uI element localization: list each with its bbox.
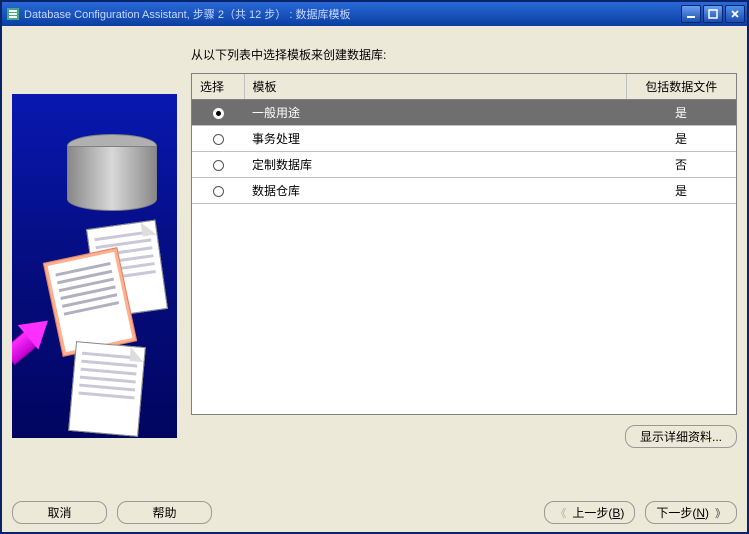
content-area: 从以下列表中选择模板来创建数据库: 选择 模板 包括数据文件 xyxy=(2,28,747,532)
include-value: 否 xyxy=(626,152,736,178)
template-name: 定制数据库 xyxy=(244,152,626,178)
cancel-button[interactable]: 取消 xyxy=(12,501,107,524)
chevron-right-icon: 》 xyxy=(715,505,726,521)
document-icon xyxy=(68,341,146,437)
app-icon xyxy=(6,7,20,21)
table-row[interactable]: 数据仓库 是 xyxy=(192,178,736,204)
table-row[interactable]: 一般用途 是 xyxy=(192,100,736,126)
template-table: 选择 模板 包括数据文件 一般用途 是 xyxy=(192,74,736,204)
minimize-button[interactable] xyxy=(681,5,701,23)
help-button[interactable]: 帮助 xyxy=(117,501,212,524)
right-panel: 从以下列表中选择模板来创建数据库: 选择 模板 包括数据文件 xyxy=(191,38,737,448)
table-row[interactable]: 定制数据库 否 xyxy=(192,152,736,178)
next-button[interactable]: 下一步(N) 》 xyxy=(645,501,737,524)
back-button[interactable]: 《 上一步(B) xyxy=(544,501,635,524)
include-value: 是 xyxy=(626,100,736,126)
details-row: 显示详细资料... xyxy=(191,415,737,448)
template-name: 事务处理 xyxy=(244,126,626,152)
window: Database Configuration Assistant, 步骤 2（共… xyxy=(0,0,749,534)
radio-icon[interactable] xyxy=(213,108,224,119)
col-template: 模板 xyxy=(244,74,626,100)
radio-icon[interactable] xyxy=(213,160,224,171)
back-label: 上一步(B) xyxy=(572,504,624,521)
wizard-nav-bar: 取消 帮助 《 上一步(B) 下一步(N) 》 xyxy=(12,501,737,524)
maximize-button[interactable] xyxy=(703,5,723,23)
database-cylinder-icon xyxy=(67,134,157,214)
table-header-row: 选择 模板 包括数据文件 xyxy=(192,74,736,100)
titlebar-left: Database Configuration Assistant, 步骤 2（共… xyxy=(6,6,350,22)
next-label: 下一步(N) xyxy=(656,504,709,521)
table-row[interactable]: 事务处理 是 xyxy=(192,126,736,152)
include-value: 是 xyxy=(626,126,736,152)
col-select: 选择 xyxy=(192,74,244,100)
template-name: 数据仓库 xyxy=(244,178,626,204)
chevron-left-icon: 《 xyxy=(555,505,566,521)
titlebar-buttons xyxy=(681,5,745,23)
titlebar: Database Configuration Assistant, 步骤 2（共… xyxy=(2,2,747,26)
show-details-button[interactable]: 显示详细资料... xyxy=(625,425,737,448)
template-name: 一般用途 xyxy=(244,100,626,126)
template-table-container: 选择 模板 包括数据文件 一般用途 是 xyxy=(191,73,737,415)
col-include: 包括数据文件 xyxy=(626,74,736,100)
radio-icon[interactable] xyxy=(213,186,224,197)
instruction-text: 从以下列表中选择模板来创建数据库: xyxy=(191,38,737,73)
radio-icon[interactable] xyxy=(213,134,224,145)
main-row: 从以下列表中选择模板来创建数据库: 选择 模板 包括数据文件 xyxy=(12,38,737,448)
close-button[interactable] xyxy=(725,5,745,23)
wizard-side-image xyxy=(12,94,177,438)
window-title: Database Configuration Assistant, 步骤 2（共… xyxy=(24,6,350,22)
include-value: 是 xyxy=(626,178,736,204)
